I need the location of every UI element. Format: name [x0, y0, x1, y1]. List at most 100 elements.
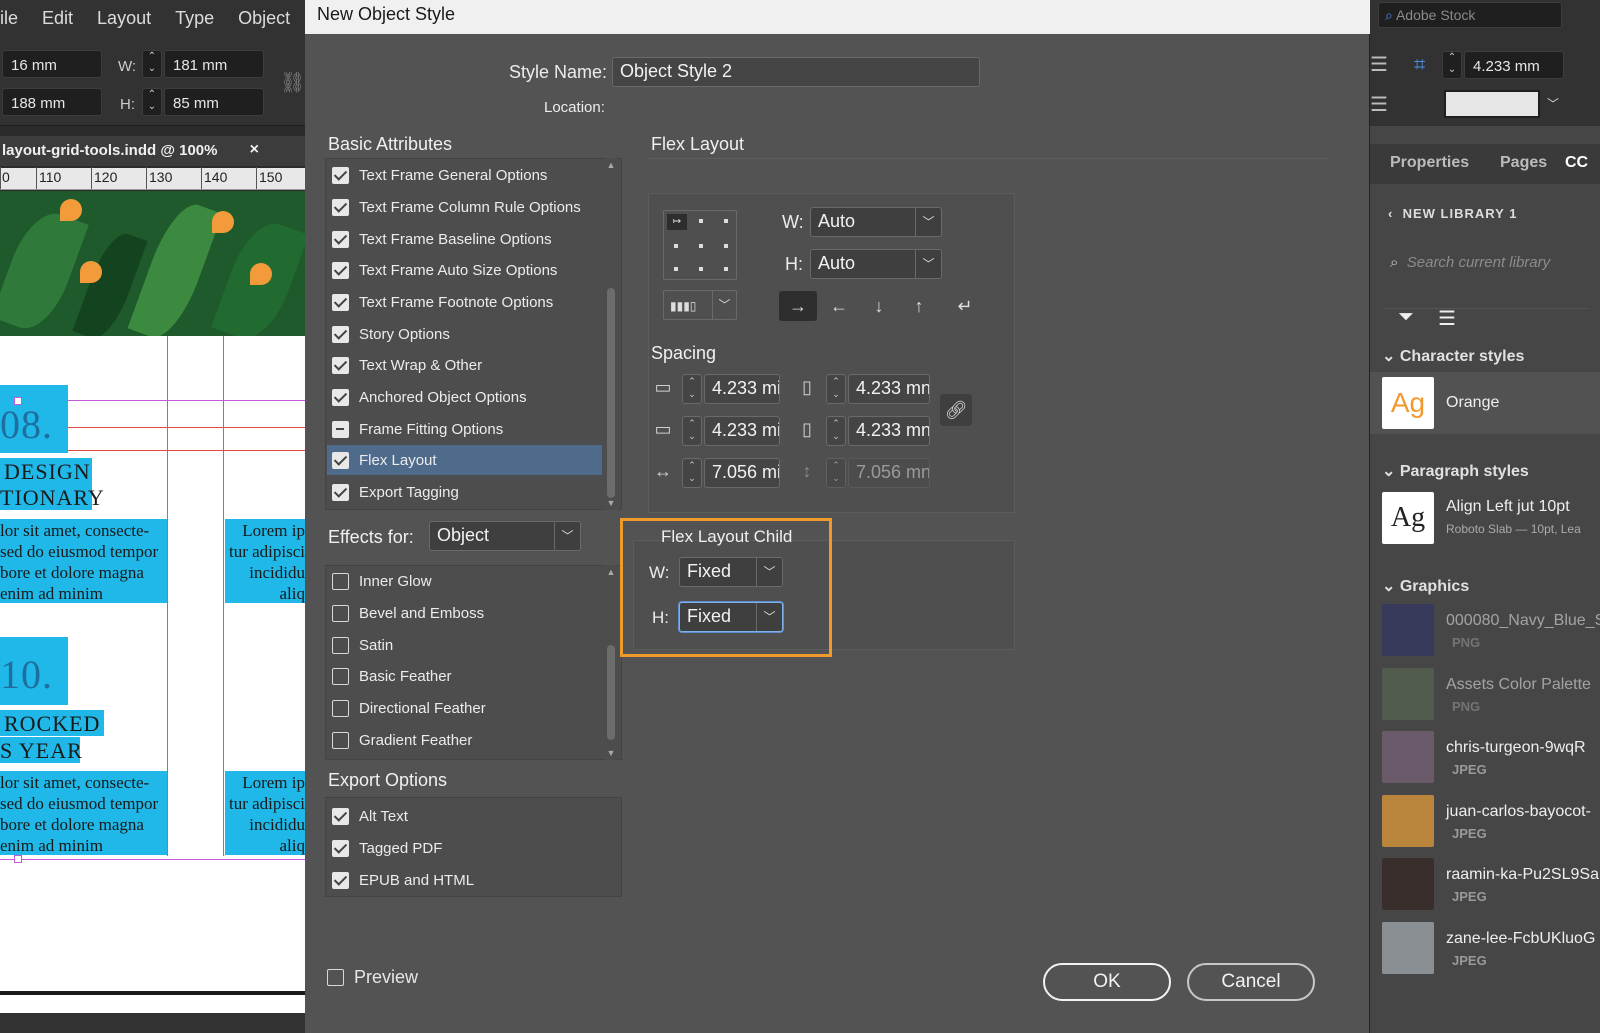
graphic-name[interactable]: chris-turgeon-9wqR: [1446, 739, 1586, 757]
menu-file[interactable]: ile: [0, 8, 18, 29]
stroke-stepper[interactable]: ⌃ ⌄: [1442, 51, 1462, 79]
list-item[interactable]: Text Frame Footnote Options: [332, 287, 553, 317]
padding-top-stepper[interactable]: ⌃ ⌄: [682, 374, 702, 404]
stroke-field[interactable]: 4.233 mm: [1464, 51, 1564, 79]
checkbox[interactable]: [332, 604, 349, 622]
cancel-button[interactable]: Cancel: [1187, 963, 1315, 1001]
scrollbar[interactable]: ▲ ▼: [605, 158, 617, 510]
list-item[interactable]: Text Wrap & Other: [332, 350, 482, 380]
graphic-name[interactable]: Assets Color Palette: [1446, 676, 1591, 694]
list-item[interactable]: Alt Text: [332, 801, 408, 831]
list-item[interactable]: Text Frame Column Rule Options: [332, 192, 581, 222]
character-style-item[interactable]: Ag Orange: [1370, 372, 1600, 434]
list-item[interactable]: Inner Glow: [332, 566, 432, 596]
padding-right-stepper[interactable]: ⌃ ⌄: [826, 416, 846, 446]
menu-layout[interactable]: Layout: [97, 8, 151, 29]
flex-h-dropdown[interactable]: Auto ﹀: [810, 249, 942, 279]
transform-icon[interactable]: ⌗: [1414, 54, 1425, 77]
graphic-thumbnail[interactable]: [1382, 667, 1434, 720]
list-item[interactable]: Satin: [332, 630, 393, 660]
graphic-name[interactable]: 000080_Navy_Blue_S: [1446, 612, 1600, 630]
checkbox[interactable]: [332, 451, 349, 469]
graphic-thumbnail[interactable]: [1382, 794, 1434, 847]
menu-edit[interactable]: Edit: [42, 8, 73, 29]
padding-top-input[interactable]: 4.233 mi: [704, 374, 780, 404]
chevron-down-icon[interactable]: ﹀: [1542, 90, 1564, 118]
menu-object[interactable]: Object: [238, 8, 290, 29]
document-canvas[interactable]: 08. DESIGN TIONARY lor sit amet, consect…: [0, 191, 305, 1013]
child-h-dropdown[interactable]: Fixed ﹀: [679, 602, 783, 632]
checkbox[interactable]: [332, 230, 349, 248]
checkbox[interactable]: [332, 261, 349, 279]
direction-right-icon[interactable]: →: [779, 291, 817, 321]
scrollbar[interactable]: ▲ ▼: [605, 565, 617, 760]
checkbox[interactable]: [332, 667, 349, 685]
paragraph-style-name[interactable]: Align Left jut 10pt: [1446, 498, 1570, 516]
graphic-thumbnail[interactable]: [1382, 858, 1434, 910]
alignment-grid[interactable]: ↦: [663, 210, 737, 280]
checkbox[interactable]: [332, 731, 349, 749]
stroke-swatch[interactable]: [1444, 90, 1540, 118]
gap-horizontal-stepper[interactable]: ⌃ ⌄: [682, 458, 702, 488]
y-field[interactable]: 188 mm: [2, 88, 102, 116]
gap-horizontal-input[interactable]: 7.056 mi: [704, 458, 780, 488]
sort-icon[interactable]: ☰: [1438, 306, 1456, 331]
list-item[interactable]: Bevel and Emboss: [332, 598, 484, 628]
h-stepper[interactable]: ⌃ ⌄: [142, 88, 162, 116]
graphic-thumbnail[interactable]: [1382, 604, 1434, 656]
padding-bottom-input[interactable]: 4.233 mi: [704, 416, 780, 446]
wrap-icon[interactable]: ↵: [946, 291, 984, 321]
padding-bottom-stepper[interactable]: ⌃ ⌄: [682, 416, 702, 446]
direction-left-icon[interactable]: ←: [820, 291, 858, 321]
style-name-input[interactable]: Object Style 2: [612, 57, 980, 87]
list-item[interactable]: Tagged PDF: [332, 833, 442, 863]
h-field[interactable]: 85 mm: [164, 88, 264, 116]
list-item[interactable]: Text Frame Baseline Options: [332, 224, 552, 254]
child-w-dropdown[interactable]: Fixed ﹀: [679, 557, 783, 587]
effects-for-dropdown[interactable]: Object ﹀: [429, 521, 581, 551]
list-item[interactable]: Frame Fitting Options: [332, 414, 503, 444]
align-top-left-icon[interactable]: ↦: [667, 214, 687, 230]
list-item[interactable]: Anchored Object Options: [332, 382, 527, 412]
paragraph-styles-heading[interactable]: ⌄ Paragraph styles: [1382, 461, 1529, 481]
preview-checkbox-row[interactable]: Preview: [327, 967, 418, 988]
distribution-dropdown[interactable]: ▮▮▮▯ ﹀: [663, 290, 737, 320]
link-icon[interactable]: 🔗︎: [940, 394, 972, 426]
list-item[interactable]: Text Frame Auto Size Options: [332, 255, 557, 285]
flex-w-dropdown[interactable]: Auto ﹀: [810, 207, 942, 237]
checkbox[interactable]: [332, 198, 349, 216]
graphic-thumbnail[interactable]: [1382, 731, 1434, 783]
checkbox[interactable]: [332, 871, 349, 889]
checkbox[interactable]: [332, 356, 349, 374]
padding-right-input[interactable]: 4.233 mn: [848, 416, 930, 446]
tab-cc-libraries[interactable]: CC: [1565, 154, 1588, 172]
checkbox[interactable]: [332, 807, 349, 825]
checkbox[interactable]: [332, 388, 349, 406]
filter-icon[interactable]: ⏷: [1398, 306, 1414, 329]
checkbox[interactable]: [332, 325, 349, 343]
distribute-icon[interactable]: ☰: [1370, 92, 1388, 117]
checkbox[interactable]: [332, 699, 349, 717]
checkbox[interactable]: [332, 636, 349, 654]
style-preview[interactable]: Ag: [1382, 492, 1434, 544]
ok-button[interactable]: OK: [1043, 963, 1171, 1001]
checkbox[interactable]: [332, 166, 349, 184]
direction-down-icon[interactable]: ↓: [860, 291, 898, 321]
w-stepper[interactable]: ⌃ ⌄: [142, 50, 162, 78]
list-item[interactable]: Directional Feather: [332, 693, 486, 723]
tab-pages[interactable]: Pages: [1500, 154, 1547, 172]
graphics-heading[interactable]: ⌄ Graphics: [1382, 576, 1469, 596]
adobe-stock-search[interactable]: ⌕ Adobe Stock: [1378, 2, 1562, 28]
gap-vertical-stepper[interactable]: ⌃ ⌄: [826, 458, 846, 488]
library-breadcrumb[interactable]: ‹ NEW LIBRARY 1: [1388, 206, 1517, 221]
selection-handle[interactable]: [14, 397, 22, 405]
character-styles-heading[interactable]: ⌄ Character styles: [1382, 346, 1524, 366]
padding-left-stepper[interactable]: ⌃ ⌄: [826, 374, 846, 404]
w-field[interactable]: 181 mm: [164, 50, 264, 78]
selection-handle[interactable]: [14, 855, 22, 863]
preview-checkbox[interactable]: [327, 969, 344, 986]
checkbox[interactable]: [332, 483, 349, 501]
library-search[interactable]: ⌕ Search current library: [1390, 254, 1550, 271]
gap-vertical-input[interactable]: 7.056 mn: [848, 458, 930, 488]
checkbox[interactable]: [332, 839, 349, 857]
